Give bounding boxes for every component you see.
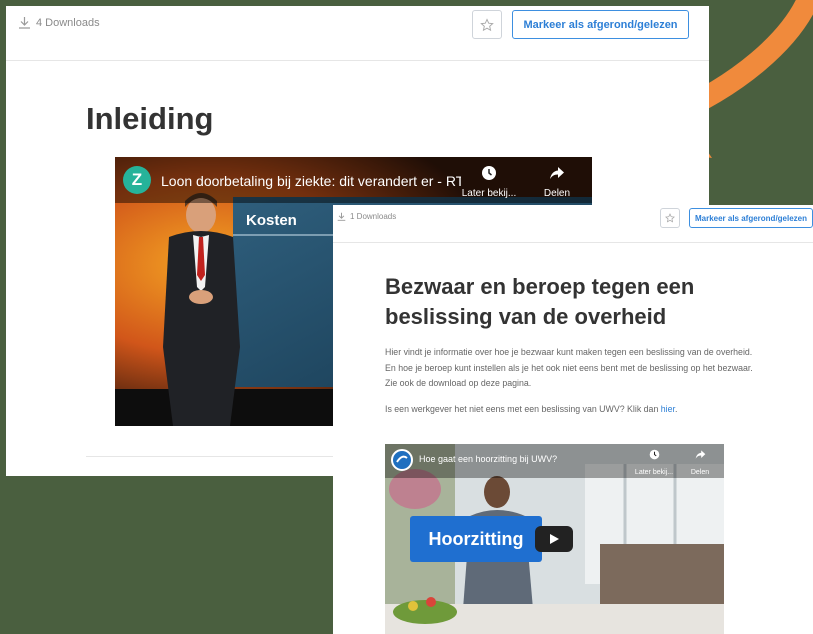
- intro-paragraph: Hier vindt je informatie over hoe je bez…: [385, 347, 753, 388]
- share-button[interactable]: Delen: [535, 165, 579, 201]
- watch-later-label: Later bekij...: [461, 188, 517, 199]
- paragraph-text-end: .: [674, 404, 678, 414]
- video-title[interactable]: Hoe gaat een hoorzitting bij UWV?: [419, 454, 619, 464]
- watch-later-button[interactable]: Later bekij...: [629, 449, 679, 479]
- downloads-label: 1 Downloads: [350, 212, 397, 221]
- mark-complete-button[interactable]: Markeer als afgerond/gelezen: [689, 208, 813, 228]
- divider: [333, 242, 813, 243]
- share-button[interactable]: Delen: [683, 449, 717, 479]
- divider: [6, 60, 709, 61]
- share-icon: [695, 450, 705, 459]
- page-title: Bezwaar en beroep tegen een beslissing v…: [385, 274, 695, 329]
- star-icon: [665, 213, 675, 223]
- hier-link[interactable]: hier: [661, 404, 675, 414]
- share-label: Delen: [690, 469, 710, 476]
- download-icon: [19, 17, 30, 29]
- clock-icon: [649, 449, 659, 460]
- star-icon: [480, 17, 494, 31]
- divider: [86, 456, 346, 457]
- download-icon: [337, 212, 346, 221]
- channel-avatar[interactable]: Z: [123, 166, 151, 194]
- downloads-label: 4 Downloads: [36, 16, 100, 29]
- share-icon: [550, 167, 564, 179]
- mark-complete-button[interactable]: Markeer als afgerond/gelezen: [512, 10, 689, 39]
- uwv-logo-icon: [396, 455, 408, 463]
- watch-later-label: Later bekij...: [634, 469, 674, 476]
- clock-icon: [482, 166, 496, 180]
- play-icon: [550, 534, 559, 544]
- downloads-count[interactable]: 4 Downloads: [18, 16, 100, 29]
- video-title[interactable]: Loon doorbetaling bij ziekte: dit verand…: [161, 173, 461, 189]
- video-player[interactable]: Hoe gaat een hoorzitting bij UWV? Later …: [385, 444, 724, 634]
- video-banner: Hoorzitting: [410, 516, 542, 562]
- favorite-button[interactable]: [660, 208, 680, 228]
- screen-caption: Kosten: [246, 212, 297, 229]
- employer-paragraph: Is een werkgever het niet eens met een b…: [385, 402, 763, 418]
- play-button[interactable]: [535, 526, 573, 552]
- page-bezwaar: 1 Downloads Markeer als afgerond/gelezen…: [333, 205, 813, 634]
- paragraph-text: Is een werkgever het niet eens met een b…: [385, 404, 661, 414]
- page-title: Inleiding: [86, 101, 214, 136]
- share-label: Delen: [543, 188, 571, 199]
- favorite-button[interactable]: [472, 10, 502, 39]
- channel-avatar[interactable]: [391, 449, 413, 471]
- watch-later-button[interactable]: Later bekij...: [459, 165, 519, 201]
- downloads-count[interactable]: 1 Downloads: [337, 212, 396, 221]
